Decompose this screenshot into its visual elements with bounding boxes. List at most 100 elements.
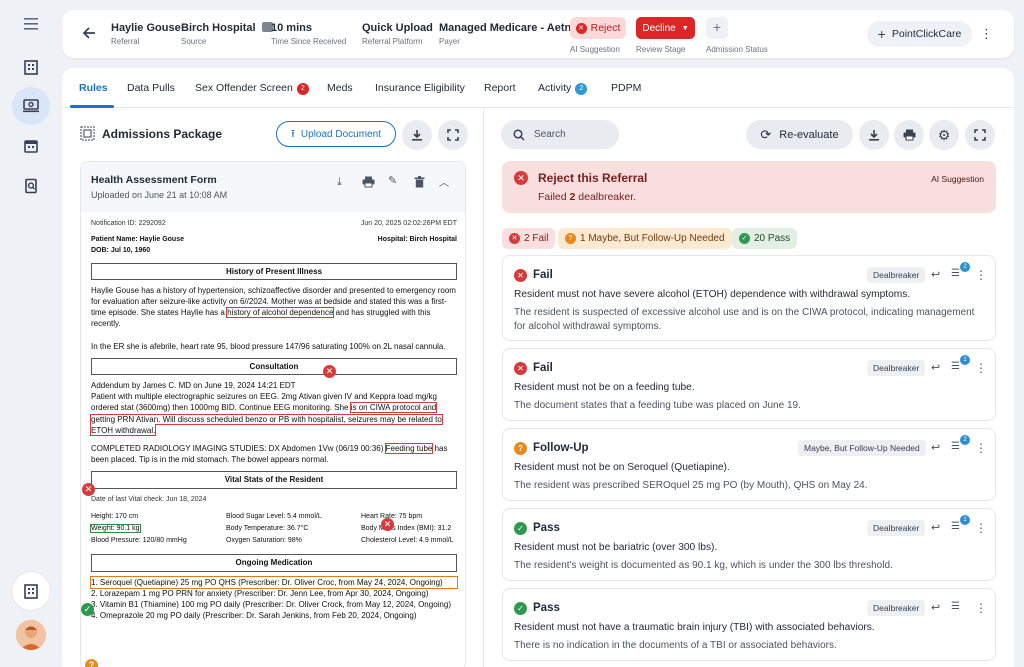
evidence-search-icon[interactable]: ☰ [951,601,965,615]
edit-icon[interactable]: ✎ [388,174,397,187]
consultation-line: Addendum by James C. MD on June 19, 2024… [91,381,296,391]
tab-rules[interactable]: Rules [79,82,108,94]
medication-item: 3. Vitamin B1 (Thiamine) 100 mg PO daily… [91,600,451,610]
plus-icon: + [712,19,722,35]
pass-icon: ✓ [514,602,527,615]
upload-document-button[interactable]: ⭱ Upload Document [276,121,396,147]
dealbreaker-tag: Dealbreaker [867,600,926,616]
collapse-icon[interactable]: ︿ [439,174,449,189]
highlight-seroquel[interactable]: 1. Seroquel (Quetiapine) 25 mg PO QHS (P… [90,575,458,589]
hospital-label: Source [181,37,207,46]
building-icon[interactable] [12,48,50,86]
fail-count-chip[interactable]: ✕ 2 Fail [502,228,556,249]
rule-card-feeding-tube[interactable]: ✕ Fail Dealbreaker ↩ ☰ 1 ⋮ Resident must… [502,348,996,421]
reply-icon[interactable]: ↩ [931,601,945,615]
fail-marker-icon[interactable]: ✕ [381,518,394,531]
rule-card-tbi[interactable]: ✓ Pass Dealbreaker ↩ ☰ ⋮ Resident must n… [502,588,996,661]
vitals-grid: Height: 170 cm Blood Sugar Level: 5.4 mmo… [90,511,457,547]
download-icon[interactable]: ⤓ [337,176,342,189]
radiology-text: COMPLETED RADIOLOGY IMAGING STUDIES: DX … [91,444,384,454]
reply-icon[interactable]: ↩ [931,268,945,282]
download-icon[interactable] [402,120,432,150]
pass-count-label: 20 Pass [754,233,791,244]
pointclickcare-button[interactable]: + PointClickCare [867,21,972,47]
fullscreen-icon[interactable] [438,120,468,150]
tab-report[interactable]: Report [484,82,516,94]
vital-o2: Oxygen Saturation: 98% [226,537,302,545]
time-label: Time Since Received [271,37,347,46]
calendar-icon[interactable] [12,127,50,165]
more-vert-icon[interactable]: ⋮ [980,25,993,43]
more-vert-icon[interactable]: ⋮ [975,268,989,282]
back-arrow-icon[interactable] [82,26,96,45]
avatar[interactable] [16,620,46,650]
follow-up-marker-icon[interactable]: ? [85,659,98,667]
settings-icon[interactable]: ⚙ [929,120,959,150]
fullscreen-icon[interactable] [965,120,995,150]
menu-icon[interactable] [12,5,50,43]
fail-marker-icon[interactable]: ✕ [323,365,336,378]
evidence-count: 1 [960,515,970,525]
highlight-weight[interactable]: Weight: 90.1 kg [90,524,141,534]
more-vert-icon[interactable]: ⋮ [975,361,989,375]
reply-icon[interactable]: ↩ [931,441,945,455]
add-admission-status-button[interactable]: + [706,17,728,39]
delete-icon[interactable] [414,175,425,193]
fail-marker-icon[interactable]: ✕ [82,483,95,496]
print-icon[interactable] [362,175,375,193]
tab-pdpm[interactable]: PDPM [611,82,641,94]
tab-insurance-eligibility[interactable]: Insurance Eligibility [375,82,465,94]
more-vert-icon[interactable]: ⋮ [975,601,989,615]
pass-marker-icon[interactable]: ✓ [81,603,94,616]
pass-count-chip[interactable]: ✓ 20 Pass [732,228,798,249]
facility-icon[interactable] [12,572,50,610]
time-field: 10 mins Time Since Received [271,22,346,46]
fail-icon: ✕ [514,269,527,282]
highlight-alcohol[interactable]: history of alcohol dependence [226,307,335,319]
review-queue-icon[interactable] [12,87,50,125]
search-placeholder: Search [534,129,566,140]
highlight-feeding-tube[interactable]: Feeding tube [384,443,434,455]
rule-card-bariatric[interactable]: ✓ Pass Dealbreaker ↩ ☰ 1 ⋮ Resident must… [502,508,996,581]
platform-value: Quick Upload [362,22,433,34]
rule-text: Resident must not have severe alcohol (E… [514,289,911,300]
print-icon[interactable] [894,120,924,150]
rule-card-seroquel[interactable]: ? Follow-Up Maybe, But Follow-Up Needed … [502,428,996,501]
download-icon[interactable] [859,120,889,150]
doc-patient-name: Patient Name: Haylie Gouse [91,236,184,244]
tab-sex-offender-screen[interactable]: Sex Offender Screen 2 [195,82,309,95]
document-upload-date: Uploaded on June 21 at 10:08 AM [91,190,228,200]
consultation-text: Patient with multiple electrographic sei… [91,392,413,402]
search-input[interactable]: Search [501,120,619,149]
reject-label: Reject [590,22,621,34]
ai-suggestion-reject[interactable]: ✕ Reject [570,17,626,39]
re-evaluate-button[interactable]: ⟳ Re-evaluate [746,120,853,149]
document-search-icon[interactable] [12,167,50,205]
tab-label: Activity [538,82,572,94]
platform-label: Referral Platform [362,37,423,46]
reject-icon: ✕ [575,22,587,34]
section-medication: Ongoing Medication [91,554,457,572]
more-vert-icon[interactable]: ⋮ [975,521,989,535]
banner-subtitle-text: Failed [538,191,570,203]
review-stage-dropdown[interactable]: Decline ▼ [636,17,695,39]
rule-explanation: The resident is suspected of excessive a… [514,307,975,332]
rule-explanation: The resident's weight is documented as 9… [514,560,893,571]
fail-count-label: 2 Fail [524,233,549,244]
tab-badge: 2 [575,83,588,95]
reply-icon[interactable]: ↩ [931,361,945,375]
banner-subtitle: Failed 2 dealbreaker. [538,191,636,203]
tab-data-pulls[interactable]: Data Pulls [127,82,175,94]
rule-explanation: The resident was prescribed SEROquel 25 … [514,480,868,491]
rule-text: Resident must not have a traumatic brain… [514,622,875,633]
document-card: Health Assessment Form Uploaded on June … [80,161,466,667]
more-vert-icon[interactable]: ⋮ [975,441,989,455]
reply-icon[interactable]: ↩ [931,521,945,535]
rule-card-alcohol[interactable]: ✕ Fail Dealbreaker ↩ ☰ 2 ⋮ Resident must… [502,255,996,341]
tab-activity[interactable]: Activity 2 [538,82,588,95]
upload-icon: ⭱ [291,127,295,140]
follow-up-count-chip[interactable]: ? 1 Maybe, But Follow-Up Needed [558,228,732,249]
plus-icon: + [877,26,886,42]
refresh-icon: ⟳ [760,126,772,142]
tab-meds[interactable]: Meds [327,82,353,94]
